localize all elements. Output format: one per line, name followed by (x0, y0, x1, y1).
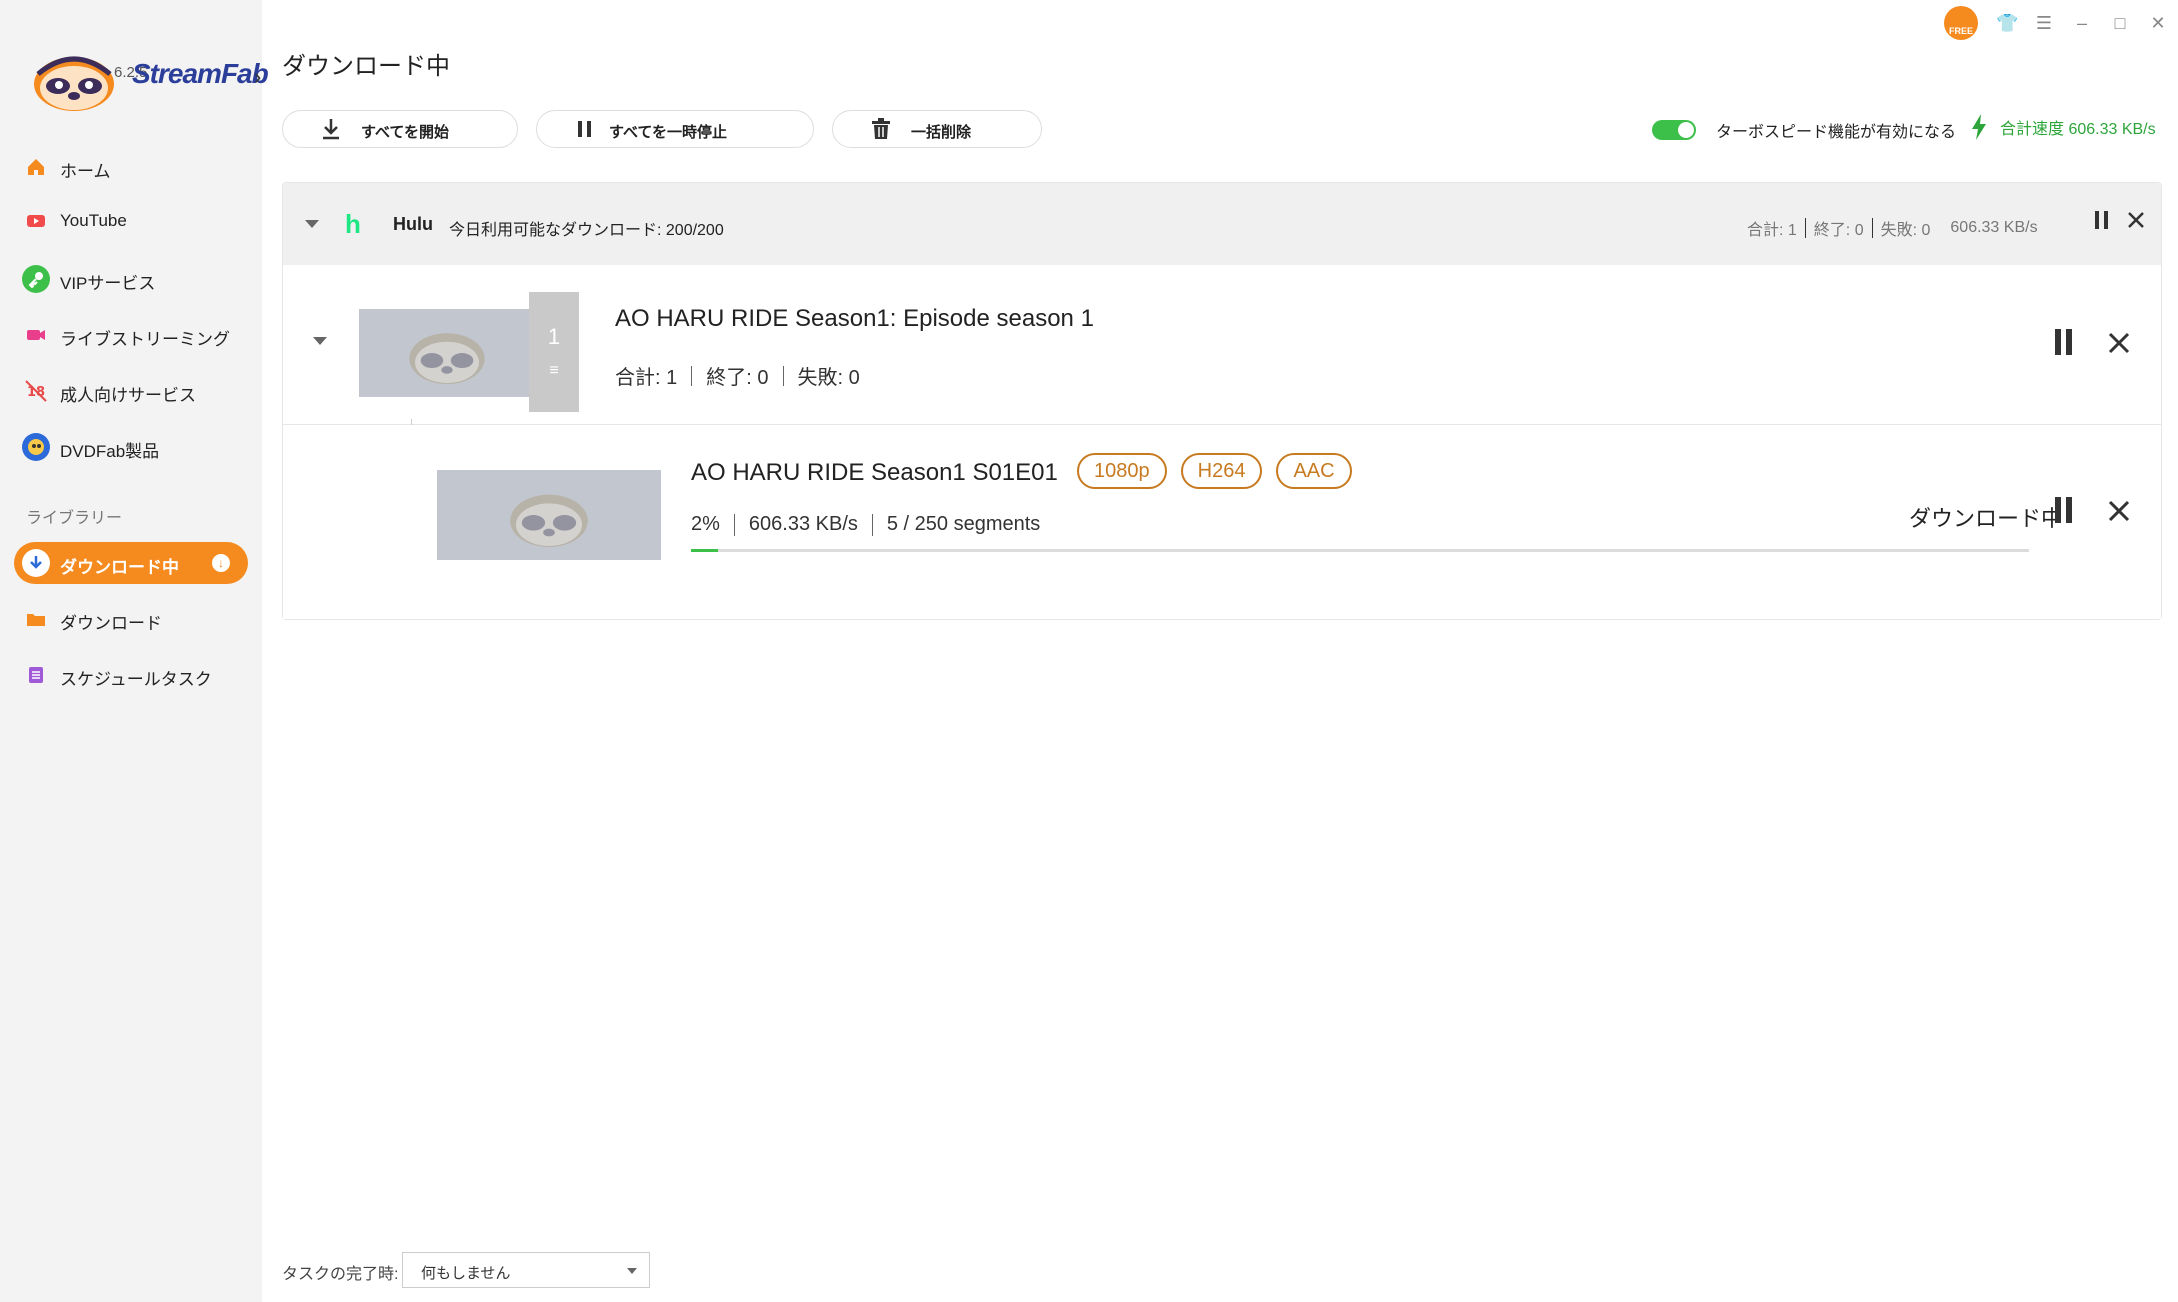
lightning-icon (1972, 114, 1986, 140)
chevron-down-icon (627, 1268, 637, 1274)
home-icon (22, 153, 50, 181)
list-icon: ≡ (549, 362, 559, 379)
sidebar-item-label: スケジュールタスク (60, 670, 212, 689)
sidebar-item-label: DVDFab製品 (60, 442, 160, 461)
sidebar-item-downloaded[interactable]: ダウンロード (0, 596, 262, 642)
sidebar-item-label: YouTube (60, 211, 127, 230)
schedule-icon (22, 661, 50, 689)
item-thumbnail (437, 470, 661, 560)
item-speed: 606.33 KB/s (748, 513, 858, 535)
pause-icon (578, 121, 591, 137)
sidebar-item-home[interactable]: ホーム (0, 144, 262, 190)
sidebar-item-label: 成人向けサービス (60, 386, 196, 405)
download-group-hulu: h Hulu 今日利用可能なダウンロード: 200/200 合計: 1 終了: … (282, 182, 2162, 620)
library-section-label: ライブラリー (26, 510, 123, 527)
item-pause-button[interactable] (2055, 497, 2072, 523)
task-complete-label: タスクの完了時: (282, 1266, 399, 1283)
item-progress-fill (691, 549, 718, 552)
episode-count: 1 (547, 324, 561, 349)
turbo-speed-setting: ターボスピード機能が有効になる (1652, 118, 1956, 142)
sidebar-item-youtube[interactable]: YouTube (0, 198, 262, 244)
download-item-row: AO HARU RIDE Season1 S01E01 1080p H264 A… (283, 425, 2161, 619)
turbo-toggle[interactable] (1652, 120, 1696, 140)
youtube-icon (22, 207, 50, 235)
sloth-logo-icon (34, 56, 114, 111)
sloth-placeholder-icon (510, 494, 588, 548)
group-name: Hulu (393, 214, 433, 234)
sidebar-item-adult[interactable]: 18 成人向けサービス (0, 368, 262, 414)
item-percent: 2% (691, 513, 720, 535)
shirt-icon[interactable]: 👕 (1996, 13, 2018, 34)
sidebar-item-label: VIPサービス (60, 274, 156, 293)
group-close-button[interactable] (2127, 211, 2145, 229)
item-stats: 2% 606.33 KB/s 5 / 250 segments (691, 513, 1040, 536)
hulu-logo-icon: h (345, 209, 361, 239)
menu-icon[interactable]: ☰ (2034, 13, 2054, 34)
download-icon (323, 119, 339, 140)
item-title: AO HARU RIDE Season1 S01E01 (691, 459, 1058, 486)
close-icon[interactable]: ✕ (2148, 13, 2168, 34)
episode-title: AO HARU RIDE Season1: Episode season 1 (615, 305, 1094, 332)
group-quota: 今日利用可能なダウンロード: 200/200 (449, 222, 724, 239)
sidebar-item-label: ホーム (60, 162, 111, 181)
chevron-right-icon[interactable]: › (254, 64, 261, 90)
episode-close-button[interactable] (2107, 331, 2131, 355)
item-status: ダウンロード中 (1909, 506, 2064, 531)
sidebar: 6.2.5 StreamFab › ホーム YouTube VIPサービス ライ… (0, 0, 269, 1302)
start-all-button[interactable]: すべてを開始 (282, 110, 518, 148)
trash-icon (872, 118, 890, 139)
group-stats: 合計: 1 終了: 0 失敗: 0 606.33 KB/s (1747, 218, 2038, 239)
total-speed: 合計速度 606.33 KB/s (1970, 114, 2156, 140)
folder-icon (22, 605, 50, 633)
adult-icon: 18 (22, 377, 50, 405)
item-segments: 5 / 250 segments (886, 513, 1041, 535)
pause-all-button[interactable]: すべてを一時停止 (536, 110, 814, 148)
total-speed-value: 合計速度 606.33 KB/s (2000, 121, 2156, 138)
key-icon (22, 265, 50, 293)
resolution-tag: 1080p (1077, 453, 1167, 489)
sidebar-item-downloading[interactable]: ダウンロード中 ↓ (14, 542, 248, 584)
task-complete-value: 何もしません (421, 1265, 511, 1282)
episode-stats: 合計: 1 終了: 0 失敗: 0 (615, 365, 860, 389)
sidebar-item-vip[interactable]: VIPサービス (0, 256, 262, 302)
codec-tag: H264 (1180, 453, 1263, 489)
collapse-caret-icon[interactable] (305, 220, 319, 228)
app-brand: StreamFab (132, 58, 269, 89)
sidebar-item-label: ダウンロード (60, 614, 162, 633)
maximize-icon[interactable]: □ (2110, 13, 2130, 34)
sidebar-item-label: ダウンロード中 (60, 558, 179, 577)
sloth-placeholder-icon (409, 333, 485, 385)
sidebar-item-live-streaming[interactable]: ライブストリーミング (0, 312, 262, 358)
sidebar-item-label: ライブストリーミング (60, 330, 230, 349)
episode-stack-badge: 1 ≡ (529, 292, 579, 412)
download-icon (22, 549, 50, 577)
sidebar-item-dvdfab[interactable]: DVDFab製品 (0, 424, 262, 470)
free-badge-icon[interactable]: FREE (1944, 6, 1978, 40)
titlebar-controls: FREE 👕 ☰ – □ ✕ (1944, 6, 2168, 40)
collapse-caret-icon[interactable] (313, 337, 327, 345)
dvdfab-icon (22, 433, 50, 461)
episode-pause-button[interactable] (2055, 329, 2072, 355)
download-badge-icon: ↓ (212, 554, 230, 572)
group-pause-button[interactable] (2095, 211, 2108, 229)
episode-row: 1 ≡ AO HARU RIDE Season1: Episode season… (283, 265, 2161, 425)
app-logo[interactable]: 6.2.5 StreamFab › (28, 40, 269, 120)
audio-tag: AAC (1276, 453, 1352, 489)
minimize-icon[interactable]: – (2072, 13, 2092, 34)
delete-all-button[interactable]: 一括削除 (832, 110, 1042, 148)
camera-icon (22, 321, 50, 349)
sidebar-item-schedule[interactable]: スケジュールタスク (0, 652, 262, 698)
item-progress-bar (691, 549, 2029, 552)
item-close-button[interactable] (2107, 499, 2131, 523)
item-tags: 1080p H264 AAC (1077, 453, 1352, 489)
episode-thumbnail (359, 309, 535, 397)
turbo-label: ターボスピード機能が有効になる (1716, 124, 1957, 141)
group-header: h Hulu 今日利用可能なダウンロード: 200/200 合計: 1 終了: … (283, 183, 2161, 265)
task-complete-select[interactable]: 何もしません (402, 1252, 650, 1288)
page-title: ダウンロード中 (282, 53, 450, 80)
